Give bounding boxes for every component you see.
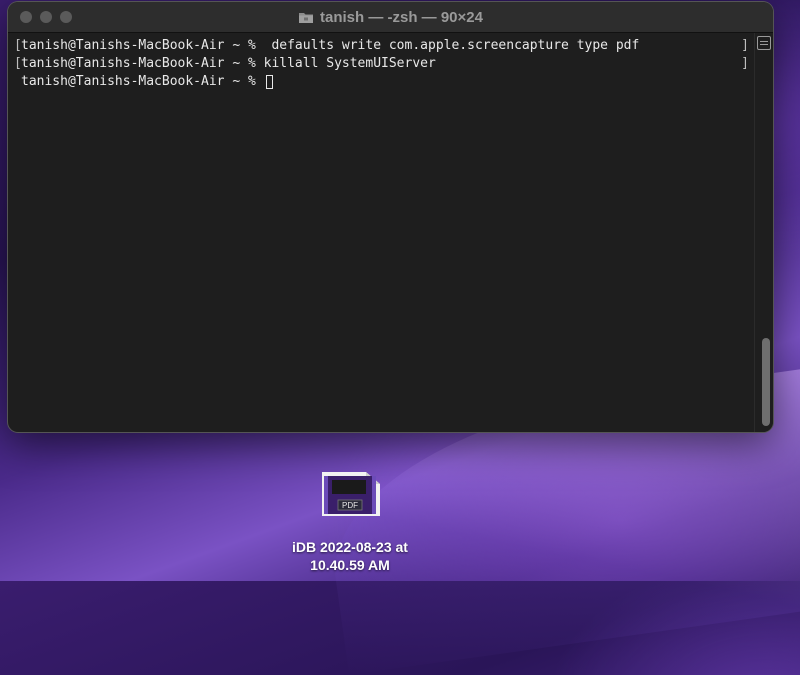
scroll-area[interactable] — [754, 33, 773, 432]
terminal-prompt: tanish@Tanishs-MacBook-Air ~ % — [21, 74, 264, 89]
desktop-file-icon[interactable]: PDF iDB 2022-08-23 at 10.40.59 AM — [270, 470, 430, 574]
pdf-thumbnail-icon[interactable]: PDF — [318, 470, 382, 518]
folder-icon — [298, 11, 314, 24]
line-mark-right: ] — [741, 38, 749, 53]
terminal-line-text: tanish@Tanishs-MacBook-Air ~ % killall S… — [21, 56, 436, 71]
scrollbar-thumb[interactable] — [762, 338, 770, 426]
terminal-content[interactable]: [tanish@Tanishs-MacBook-Air ~ % defaults… — [8, 33, 753, 432]
terminal-line-1: [tanish@Tanishs-MacBook-Air ~ % defaults… — [14, 37, 749, 55]
text-cursor — [265, 75, 273, 89]
terminal-line-text: tanish@Tanishs-MacBook-Air ~ % defaults … — [21, 38, 640, 53]
file-name-line-2: 10.40.59 AM — [310, 557, 390, 573]
marks-icon[interactable] — [757, 36, 771, 50]
line-mark: [ — [14, 38, 22, 53]
line-mark-right: ] — [741, 56, 749, 71]
zoom-button[interactable] — [60, 11, 72, 23]
window-title: tanish — -zsh — 90×24 — [298, 9, 483, 26]
title-bar[interactable]: tanish — -zsh — 90×24 — [8, 2, 773, 33]
minimize-button[interactable] — [40, 11, 52, 23]
terminal-line-3: tanish@Tanishs-MacBook-Air ~ % — [14, 73, 747, 91]
window-title-text: tanish — -zsh — 90×24 — [320, 8, 483, 26]
terminal-line-2: [tanish@Tanishs-MacBook-Air ~ % killall … — [14, 55, 749, 73]
line-mark — [14, 73, 21, 91]
file-name-line-1: iDB 2022-08-23 at — [292, 539, 408, 555]
line-mark: [ — [14, 56, 22, 71]
close-button[interactable] — [20, 11, 32, 23]
file-name: iDB 2022-08-23 at 10.40.59 AM — [270, 538, 430, 574]
pdf-badge-text: PDF — [342, 501, 358, 510]
terminal-window[interactable]: tanish — -zsh — 90×24 [tanish@Tanishs-Ma… — [8, 2, 773, 432]
window-controls — [20, 11, 72, 23]
